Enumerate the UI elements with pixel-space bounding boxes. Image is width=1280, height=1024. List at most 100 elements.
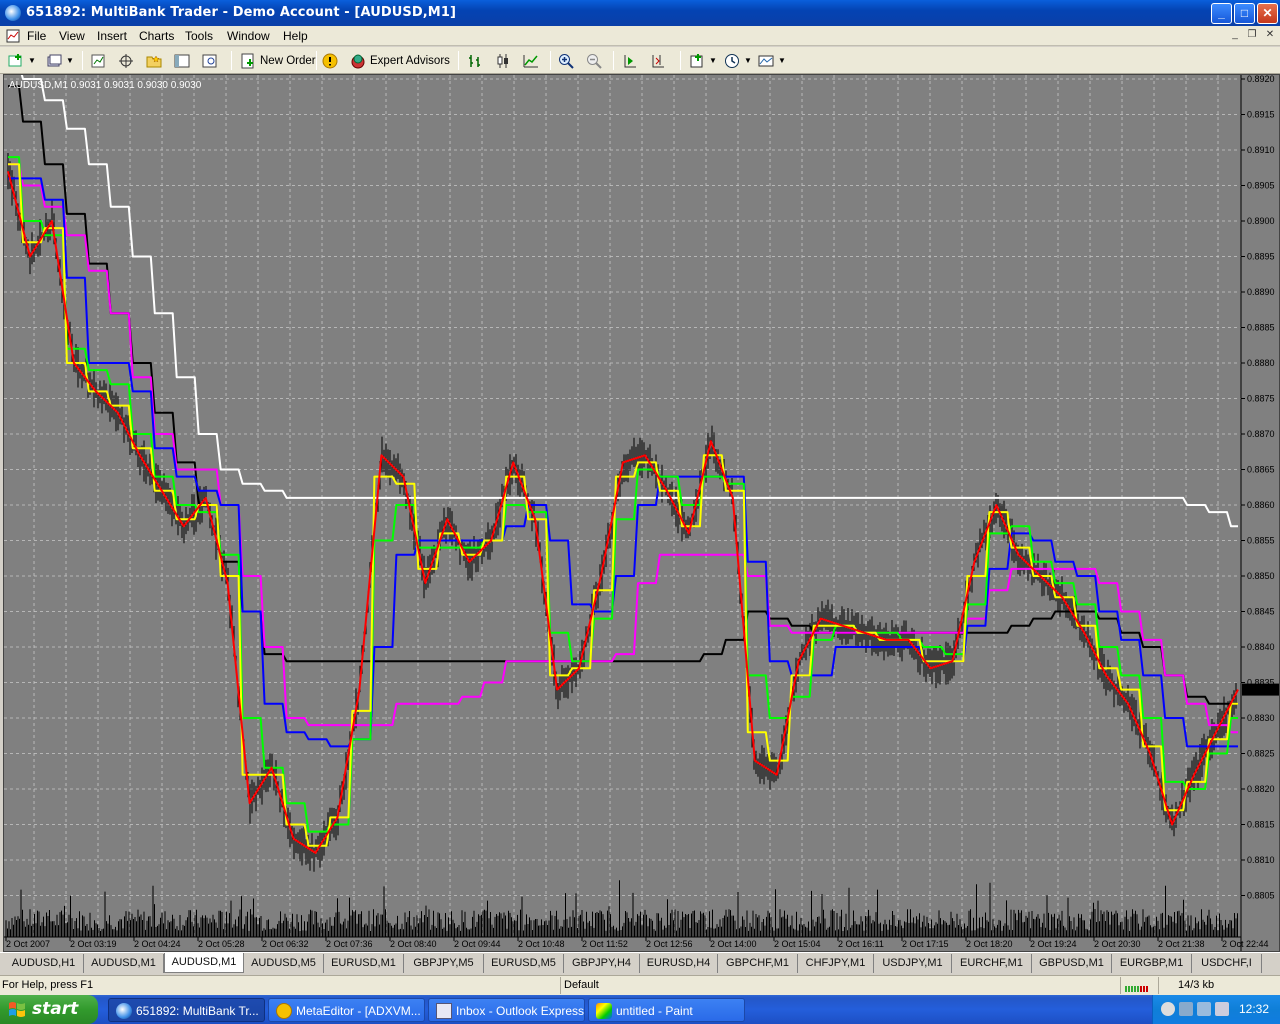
chart-tab[interactable]: GBPUSD,M1 <box>1032 954 1112 973</box>
menu-charts[interactable]: Charts <box>139 29 174 43</box>
mdi-restore-button[interactable]: ❐ <box>1245 29 1259 42</box>
task-paint[interactable]: untitled - Paint <box>588 998 745 1022</box>
system-tray: 12:32 <box>1152 995 1280 1024</box>
chart-tab[interactable]: AUDUSD,M5 <box>244 954 324 973</box>
strategy-tester-button[interactable] <box>202 50 222 71</box>
market-watch-icon <box>91 54 105 67</box>
chart-tab[interactable]: EURGBP,M1 <box>1112 954 1192 973</box>
zoom-out-button[interactable] <box>586 50 606 71</box>
clock: 12:32 <box>1239 1002 1270 1016</box>
indicators-icon <box>690 53 703 67</box>
start-button[interactable]: start <box>0 995 98 1024</box>
market-watch-button[interactable] <box>90 50 110 71</box>
candlestick-button[interactable] <box>495 50 515 71</box>
x-tick-label: 2 Oct 21:38 <box>1158 939 1205 949</box>
tray-volume-icon[interactable] <box>1215 1002 1229 1016</box>
metaeditor-icon <box>276 1003 292 1019</box>
y-tick-label: 0.8905 <box>1247 181 1275 191</box>
line-chart-button[interactable] <box>523 50 543 71</box>
chart-tab[interactable]: EURUSD,M1 <box>324 954 404 973</box>
task-multibank[interactable]: 651892: MultiBank Tr... <box>108 998 265 1022</box>
task-outlook[interactable]: Inbox - Outlook Express <box>428 998 585 1022</box>
new-order-label: New Order <box>260 54 316 67</box>
price-chart[interactable]: 0.8920 0.8915 0.8910 0.8905 0.8900 0.8895 0.88… <box>3 74 1280 952</box>
chart-tab[interactable]: AUDUSD,M1 <box>84 954 164 973</box>
minimize-button[interactable]: _ <box>1211 3 1232 24</box>
chart-caption: AUDUSD,M1 0.9031 0.9031 0.9030 0.9030 <box>9 80 202 91</box>
navigator-button[interactable] <box>118 50 138 71</box>
mdi-minimize-button[interactable]: _ <box>1228 29 1242 42</box>
new-chart-button[interactable]: ▼ <box>8 50 36 71</box>
profiles-button[interactable]: ▼ <box>46 50 74 71</box>
zoom-in-icon <box>559 53 574 69</box>
chart-tab[interactable]: CHFJPY,M1 <box>798 954 874 973</box>
menu-tools[interactable]: Tools <box>185 29 213 43</box>
task-metaeditor[interactable]: MetaEditor - [ADXVM... <box>268 998 425 1022</box>
x-tick-label: 2 Oct 16:11 <box>838 939 884 949</box>
toolbar: ▼ ▼ New Order Expert Advisors ▼ ▼ ▼ <box>0 47 1280 74</box>
crosshair-icon <box>119 53 133 68</box>
y-tick-label: 0.8910 <box>1247 145 1275 155</box>
connection-bars-icon <box>1125 986 1148 992</box>
x-tick-label: 2 Oct 18:20 <box>966 939 1013 949</box>
title-bar[interactable]: 651892: MultiBank Trader - Demo Account … <box>0 0 1280 26</box>
expert-advisors-label: Expert Advisors <box>370 54 450 67</box>
chart-tab[interactable]: USDJPY,M1 <box>874 954 952 973</box>
menu-file[interactable]: File <box>27 29 46 43</box>
auto-scroll-button[interactable] <box>622 50 642 71</box>
chart-tab[interactable]: GBPJPY,H4 <box>564 954 640 973</box>
x-tick-label: 2 Oct 05:28 <box>198 939 245 949</box>
chart-tab[interactable]: GBPJPY,M5 <box>404 954 484 973</box>
favorites-button[interactable] <box>146 50 166 71</box>
menu-window[interactable]: Window <box>227 29 270 43</box>
chart-shift-button[interactable] <box>650 50 670 71</box>
folder-star-icon <box>146 54 162 67</box>
chart-window-icon[interactable] <box>6 29 20 43</box>
chart-tab[interactable]: EURCHF,M1 <box>952 954 1032 973</box>
profiles-icon <box>47 54 62 66</box>
status-traffic: 14/3 kb <box>1178 979 1215 991</box>
mdi-close-button[interactable]: ✕ <box>1263 29 1277 42</box>
expert-advisors-button[interactable]: Expert Advisors <box>350 50 450 71</box>
taskbar: start 651892: MultiBank Tr... MetaEditor… <box>0 995 1280 1024</box>
tray-back-icon[interactable] <box>1161 1002 1175 1016</box>
close-button[interactable]: ✕ <box>1257 3 1278 24</box>
task-outlook-label: Inbox - Outlook Express <box>456 1004 585 1018</box>
chart-tab[interactable]: GBPCHF,M1 <box>718 954 798 973</box>
y-tick-label: 0.8915 <box>1247 110 1275 120</box>
bar-chart-icon <box>469 54 480 67</box>
zoom-in-button[interactable] <box>558 50 578 71</box>
chart-canvas[interactable]: 0.8920 0.8915 0.8910 0.8905 0.8900 0.8895 0.88… <box>4 75 1279 951</box>
y-tick-label: 0.8895 <box>1247 252 1275 262</box>
y-tick-label: 0.8815 <box>1247 820 1275 830</box>
maximize-button[interactable]: □ <box>1234 3 1255 24</box>
globe-icon <box>116 1003 132 1019</box>
terminal-button[interactable] <box>174 50 194 71</box>
menu-insert[interactable]: Insert <box>97 29 127 43</box>
indicators-button[interactable]: ▼ <box>689 50 717 71</box>
menu-view[interactable]: View <box>59 29 85 43</box>
x-tick-label: 2 Oct 04:24 <box>134 939 181 949</box>
bar-chart-button[interactable] <box>467 50 487 71</box>
chart-tabs: AUDUSD,H1 AUDUSD,M1 AUDUSD,M1 AUDUSD,M5 EURU… <box>0 952 1280 973</box>
y-tick-label: 0.8880 <box>1247 358 1275 368</box>
templates-button[interactable]: ▼ <box>758 50 786 71</box>
alert-button[interactable] <box>322 50 342 71</box>
tray-network2-icon[interactable] <box>1197 1002 1211 1016</box>
menu-help[interactable]: Help <box>283 29 308 43</box>
y-tick-label: 0.8855 <box>1247 536 1275 546</box>
chart-tab[interactable]: EURUSD,H4 <box>640 954 718 973</box>
x-tick-label: 2 Oct 10:48 <box>518 939 565 949</box>
y-tick-label: 0.8890 <box>1247 287 1275 297</box>
y-tick-label: 0.8840 <box>1247 642 1275 652</box>
chart-tab[interactable]: USDCHF,I <box>1192 954 1262 973</box>
chart-tab[interactable]: EURUSD,M5 <box>484 954 564 973</box>
chart-tab[interactable]: AUDUSD,M1 <box>164 953 244 973</box>
task-multibank-label: 651892: MultiBank Tr... <box>136 1004 259 1018</box>
chart-tab[interactable]: AUDUSD,H1 <box>4 954 84 973</box>
tray-network-icon[interactable] <box>1179 1002 1193 1016</box>
periods-button[interactable]: ▼ <box>724 50 752 71</box>
new-order-button[interactable]: New Order <box>240 50 316 71</box>
auto-scroll-icon <box>624 54 636 67</box>
x-tick-label: 2 Oct 20:30 <box>1094 939 1141 949</box>
